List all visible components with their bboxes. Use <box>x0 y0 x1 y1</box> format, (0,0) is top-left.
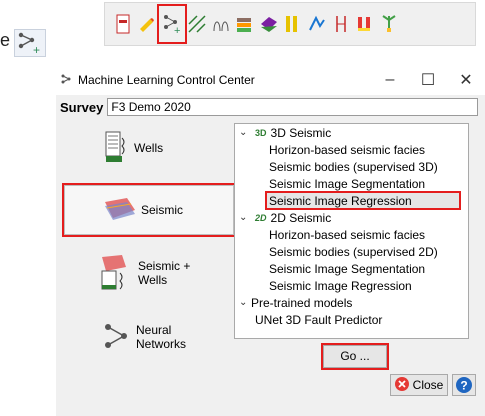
chevron-down-icon[interactable]: ⌄ <box>239 297 251 308</box>
ml-control-center-window: Machine Learning Control Center – ☐ ✕ Su… <box>56 65 485 416</box>
neural-network-icon <box>104 321 130 354</box>
chevron-down-icon[interactable]: ⌄ <box>239 212 251 223</box>
tree-item-selected[interactable]: Seismic Image Regression <box>265 191 461 210</box>
chevron-down-icon[interactable]: ⌄ <box>239 127 251 138</box>
cropped-text: e <box>0 30 11 50</box>
close-icon <box>394 376 409 394</box>
title-bar: Machine Learning Control Center – ☐ ✕ <box>56 65 485 95</box>
svg-text:?: ? <box>460 379 467 393</box>
tree-item[interactable]: Horizon-based seismic facies <box>235 226 468 243</box>
close-window-button[interactable]: ✕ <box>447 70 485 90</box>
ml-plugin-icon-preview: + <box>14 29 46 57</box>
seismic-wells-icon <box>100 253 134 294</box>
neural-networks-button[interactable]: Neural Networks <box>64 311 234 363</box>
survey-label: Survey <box>60 99 104 115</box>
seismic-label: Seismic <box>141 203 184 217</box>
layers-icon[interactable] <box>235 10 255 38</box>
app-icon <box>56 73 74 88</box>
neural-networks-label: Neural Networks <box>136 323 187 351</box>
toolbar: + <box>104 2 476 46</box>
svg-text:+: + <box>33 43 40 56</box>
pencil-icon[interactable] <box>137 10 157 38</box>
method-tree: ⌄ 3D 3D Seismic Horizon-based seismic fa… <box>234 123 469 339</box>
window-title: Machine Learning Control Center <box>78 73 255 87</box>
horizon-icon[interactable] <box>259 10 279 38</box>
tree-group-label: 2D Seismic <box>270 210 332 225</box>
close-button[interactable]: Close <box>390 374 448 396</box>
wells-button[interactable]: Wells <box>64 123 234 173</box>
fault-icon[interactable] <box>283 10 303 38</box>
svg-text:+: + <box>174 25 180 36</box>
help-button[interactable]: ? <box>452 374 476 396</box>
tree-item[interactable]: Seismic Image Segmentation <box>235 260 468 277</box>
tree-item[interactable]: Horizon-based seismic facies <box>235 141 468 158</box>
seismic-icon <box>103 196 137 225</box>
3d-seismic-icon: 3D <box>255 127 267 138</box>
survey-row: Survey F3 Demo 2020 <box>60 98 478 116</box>
tree-group-3d-seismic[interactable]: ⌄ 3D 3D Seismic <box>235 124 468 141</box>
maximize-button[interactable]: ☐ <box>409 70 447 90</box>
seismic-wells-button[interactable]: Seismic + Wells <box>64 247 234 299</box>
pdf-icon[interactable] <box>113 10 133 38</box>
go-button[interactable]: Go ... <box>321 343 389 370</box>
tree-group-label: 3D Seismic <box>270 125 332 140</box>
seismic-button[interactable]: Seismic <box>62 183 236 237</box>
2d-seismic-icon: 2D <box>255 212 267 223</box>
seismic-wells-label: Seismic + Wells <box>138 259 191 287</box>
tree-item[interactable]: Seismic bodies (supervised 2D) <box>235 243 468 260</box>
tree-item[interactable]: Seismic Image Segmentation <box>235 175 468 192</box>
close-label: Close <box>412 378 444 392</box>
wells-label: Wells <box>134 141 164 155</box>
tree-item[interactable]: UNet 3D Fault Predictor <box>235 311 468 328</box>
ml-plugin-icon[interactable]: + <box>157 4 187 44</box>
well-tie-icon[interactable] <box>211 10 231 38</box>
minimize-button[interactable]: – <box>371 71 409 89</box>
attribute-icon[interactable] <box>187 10 207 38</box>
wells-icon <box>104 130 130 167</box>
curve-icon[interactable] <box>307 10 327 38</box>
tree-item[interactable]: Seismic bodies (supervised 3D) <box>235 158 468 175</box>
tree-icon[interactable] <box>379 10 399 38</box>
tree-group-pretrained[interactable]: ⌄ Pre-trained models <box>235 294 468 311</box>
wells-icon[interactable] <box>355 10 375 38</box>
seismic-icon[interactable] <box>331 10 351 38</box>
help-icon: ? <box>456 377 472 393</box>
tree-group-label: Pre-trained models <box>251 295 353 310</box>
tree-item[interactable]: Seismic Image Regression <box>235 277 468 294</box>
tree-group-2d-seismic[interactable]: ⌄ 2D 2D Seismic <box>235 209 468 226</box>
survey-field[interactable]: F3 Demo 2020 <box>107 98 478 116</box>
